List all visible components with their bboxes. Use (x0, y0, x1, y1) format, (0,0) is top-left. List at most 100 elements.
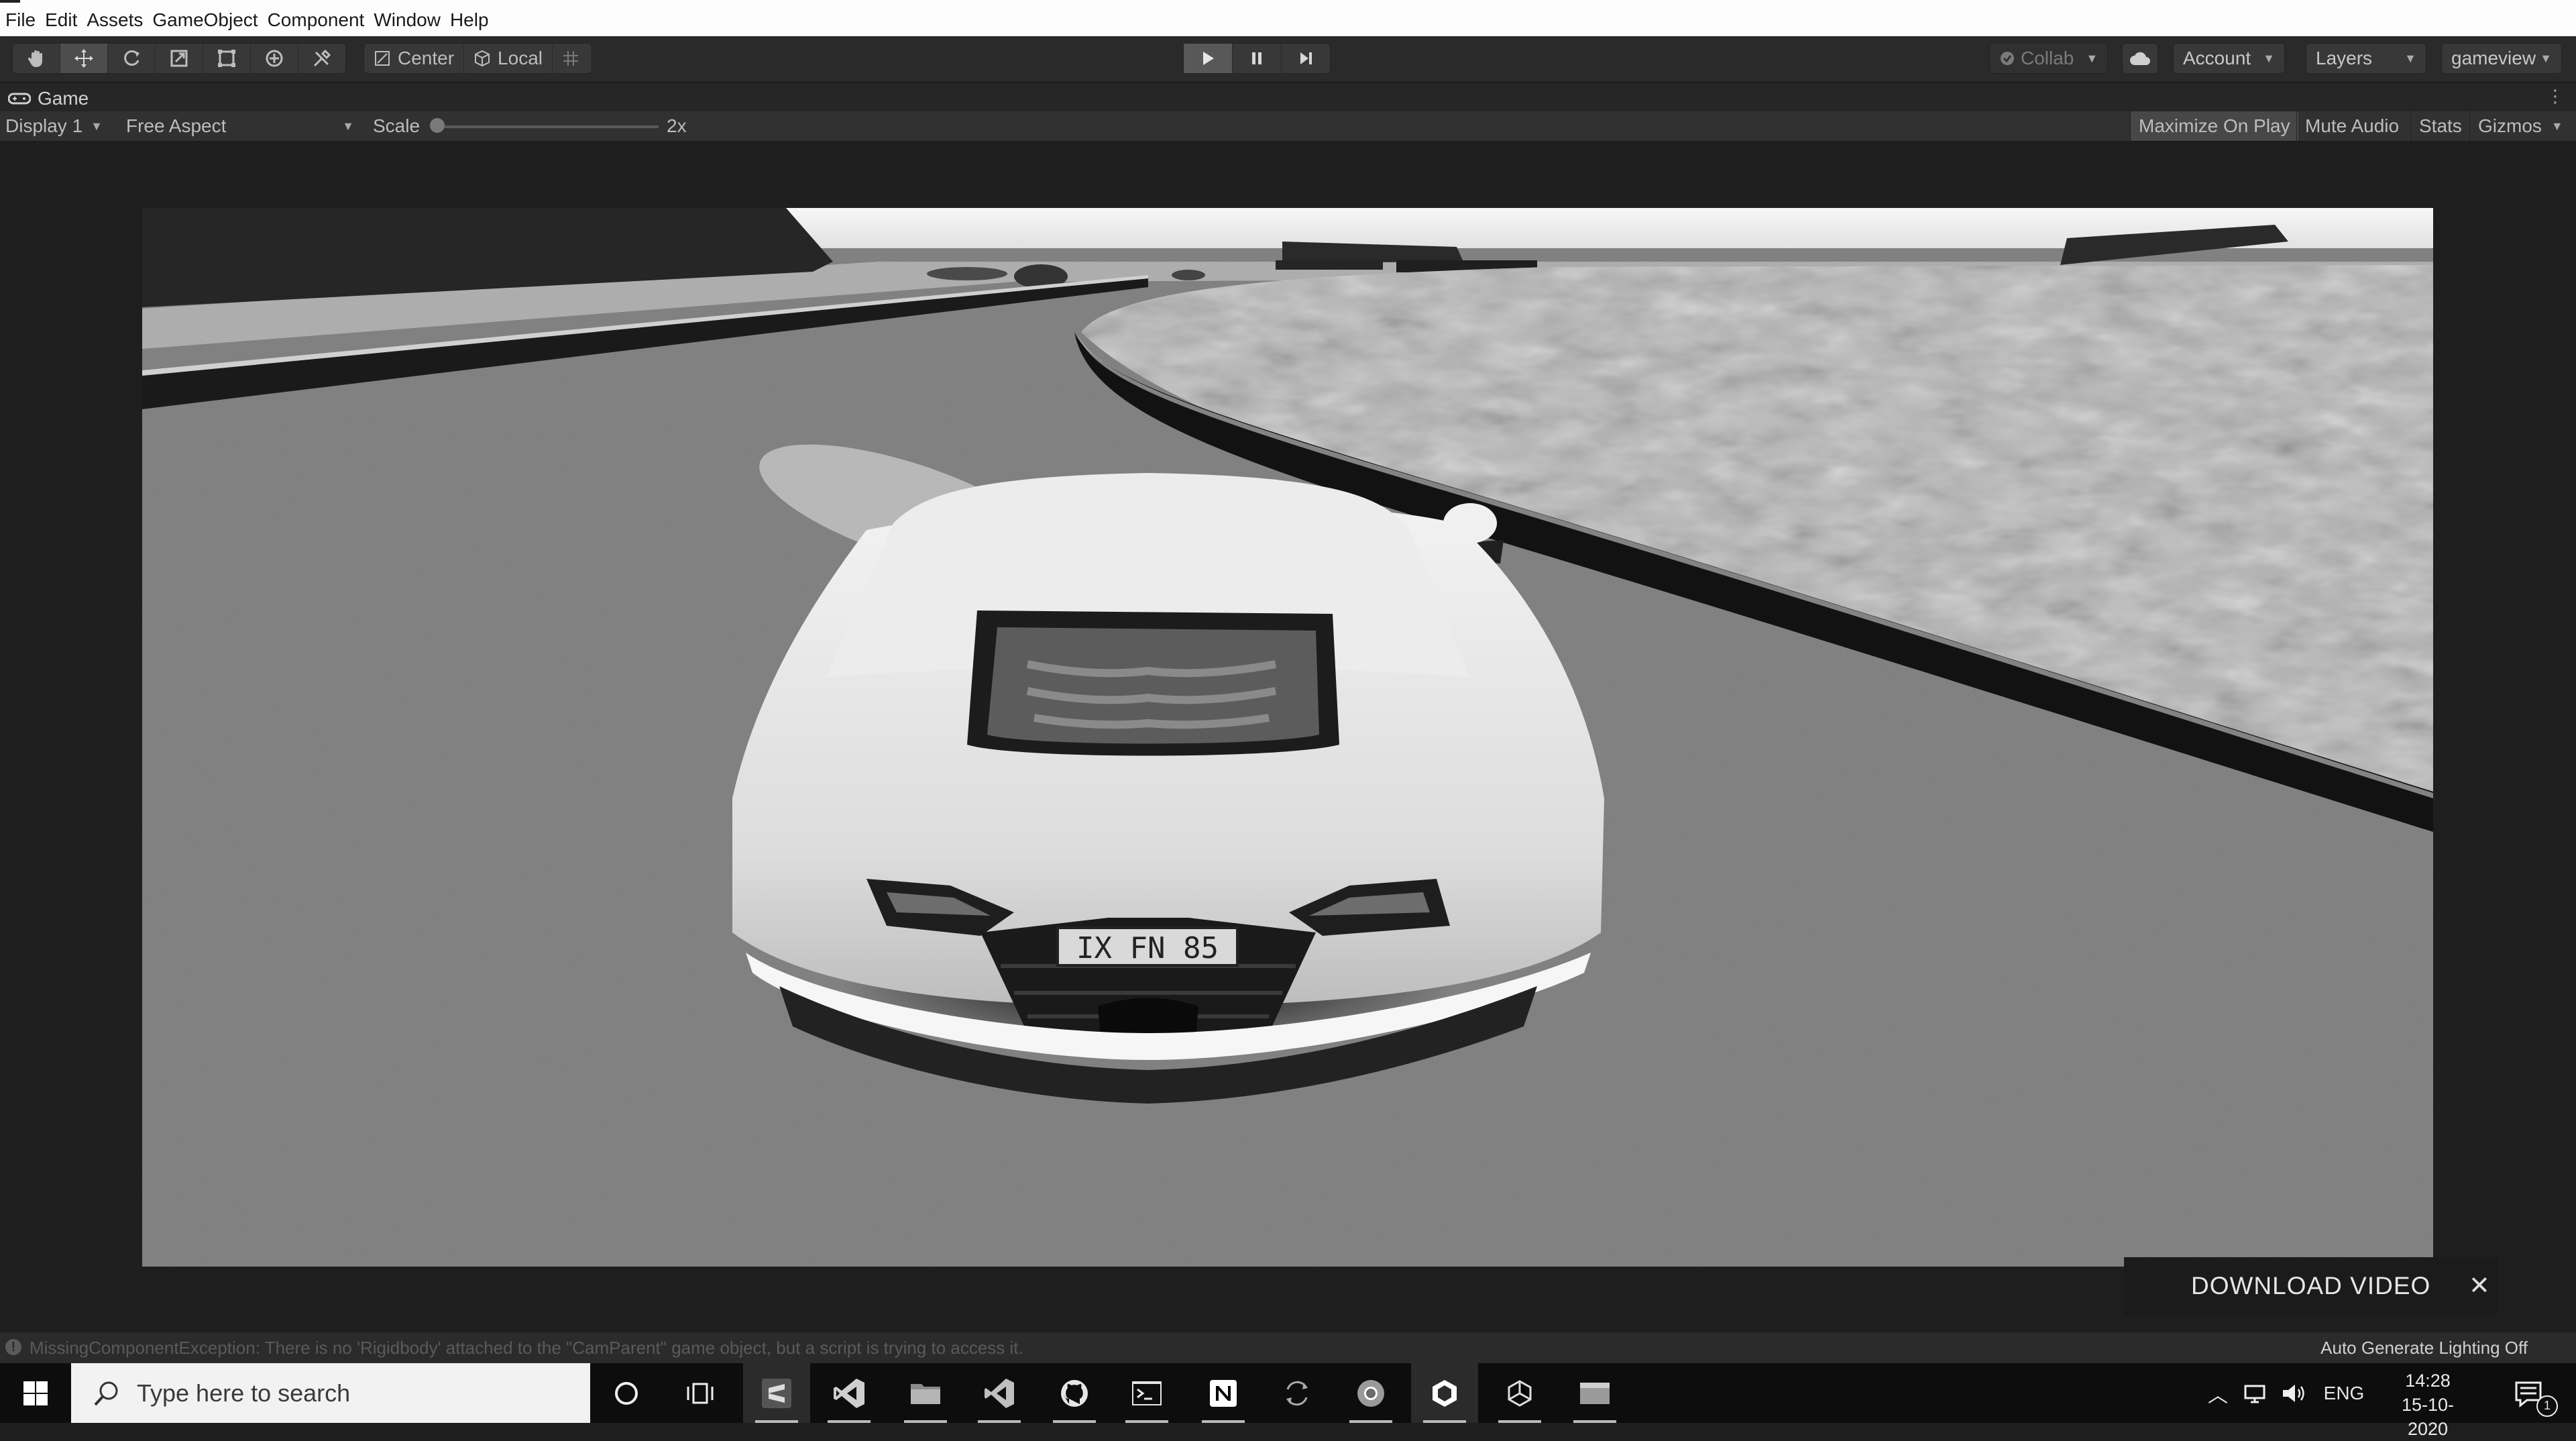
layers-label: Layers (2316, 48, 2373, 68)
menu-bar: File Edit Assets GameObject Component Wi… (0, 0, 2576, 36)
scale-slider-track[interactable] (437, 125, 659, 128)
stats-toggle[interactable]: Stats (2410, 111, 2470, 141)
pause-button[interactable] (1233, 44, 1282, 73)
game-view-controls: Display 1 ▼ Free Aspect ▼ Scale 2x Maxim… (0, 111, 2576, 142)
account-label: Account (2183, 48, 2251, 68)
pivot-center-toggle[interactable]: Center (364, 44, 465, 73)
cube-icon (475, 50, 490, 67)
start-button[interactable] (0, 1363, 71, 1423)
main-toolbar: Center Local Collab ▼ Account ▼ Layers ▼… (0, 36, 2576, 83)
title-bar-remnant (0, 0, 20, 3)
scale-slider-thumb[interactable] (430, 118, 445, 133)
unity-hub-icon[interactable] (1486, 1363, 1553, 1423)
taskbar-search[interactable]: Type here to search (71, 1363, 590, 1423)
cloud-icon (2130, 52, 2150, 65)
close-icon[interactable]: ✕ (2469, 1271, 2490, 1301)
display-label: Display 1 (5, 115, 83, 136)
sync-icon[interactable] (1264, 1363, 1331, 1423)
notion-icon[interactable] (1190, 1363, 1257, 1423)
search-placeholder: Type here to search (137, 1379, 351, 1407)
gamepad-icon (8, 93, 31, 105)
unity-editor-icon[interactable] (1411, 1363, 1478, 1423)
gizmos-dropdown[interactable]: Gizmos ▼ (2469, 111, 2571, 141)
clock-date: 15-10-2020 (2401, 1395, 2455, 1439)
transform-tools (12, 43, 346, 74)
account-dropdown[interactable]: Account ▼ (2173, 43, 2285, 74)
chrome-icon[interactable] (1337, 1363, 1404, 1423)
caret-down-icon: ▼ (91, 119, 103, 133)
notifications-button[interactable]: 1 (2495, 1363, 2562, 1423)
task-view-icon[interactable] (667, 1363, 734, 1423)
rotate-tool-icon[interactable] (108, 44, 156, 73)
language-indicator[interactable]: ENG (2314, 1363, 2374, 1423)
terminal-icon[interactable] (1113, 1363, 1180, 1423)
transform-tool-icon[interactable] (251, 44, 298, 73)
menu-help[interactable]: Help (450, 9, 489, 31)
layers-dropdown[interactable]: Layers ▼ (2306, 43, 2426, 74)
volume-icon[interactable] (2275, 1363, 2312, 1423)
vscode-icon[interactable] (966, 1363, 1033, 1423)
license-plate: IX FN 85 (1076, 931, 1219, 965)
stats-label: Stats (2419, 115, 2462, 136)
maximize-on-play-toggle[interactable]: Maximize On Play (2130, 111, 2298, 141)
download-video-banner[interactable]: DOWNLOAD VIDEO ✕ (2124, 1257, 2498, 1315)
step-button[interactable] (1282, 44, 1330, 73)
windows-taskbar: Type here to search ︿ ENG 14:28 15-10-20… (0, 1363, 2576, 1439)
visual-studio-icon[interactable] (816, 1363, 883, 1423)
tab-game-label: Game (38, 88, 89, 109)
scale-tool-icon[interactable] (156, 44, 203, 73)
windows-logo-icon (23, 1381, 48, 1405)
game-tab-bar: Game ⋮ (0, 83, 2576, 111)
space-label: Local (498, 48, 543, 68)
search-icon (94, 1381, 118, 1405)
grid-snap-toggle[interactable] (553, 44, 592, 73)
play-icon (1203, 52, 1214, 65)
menu-file[interactable]: File (5, 9, 36, 31)
menu-gameobject[interactable]: GameObject (152, 9, 258, 31)
sublime-text-icon[interactable] (743, 1363, 810, 1423)
aspect-dropdown[interactable]: Free Aspect ▼ (126, 115, 354, 137)
clock-time: 14:28 (2405, 1371, 2451, 1391)
game-scene: IX FN 85 (142, 208, 2433, 1267)
tray-expand-icon[interactable]: ︿ (2201, 1363, 2235, 1423)
menu-assets[interactable]: Assets (87, 9, 143, 31)
cloud-button[interactable] (2122, 43, 2158, 74)
play-button[interactable] (1184, 44, 1233, 73)
pivot-toggles: Center Local (363, 43, 592, 74)
cortana-icon[interactable] (593, 1363, 660, 1423)
notification-count-badge: 1 (2536, 1395, 2558, 1417)
custom-tool-icon[interactable] (298, 44, 345, 73)
space-local-toggle[interactable]: Local (464, 44, 553, 73)
hand-tool-icon[interactable] (13, 44, 60, 73)
step-icon (1300, 52, 1312, 64)
window-app-icon[interactable] (1561, 1363, 1628, 1423)
pivot-icon (375, 51, 390, 66)
game-viewport[interactable]: IX FN 85 (142, 208, 2433, 1267)
more-vert-icon[interactable]: ⋮ (2546, 86, 2564, 107)
mute-audio-toggle[interactable]: Mute Audio (2296, 111, 2407, 141)
menu-component[interactable]: Component (268, 9, 365, 31)
move-tool-icon[interactable] (60, 44, 108, 73)
lighting-status[interactable]: Auto Generate Lighting Off (2320, 1338, 2528, 1358)
tab-game[interactable]: Game (8, 86, 89, 111)
status-bar: ! MissingComponentException: There is no… (0, 1332, 2576, 1363)
collab-label: Collab (2021, 48, 2074, 68)
caret-down-icon: ▼ (2086, 51, 2098, 65)
display-dropdown[interactable]: Display 1 ▼ (5, 115, 103, 137)
gizmos-label: Gizmos (2478, 115, 2542, 136)
rect-tool-icon[interactable] (203, 44, 251, 73)
clock[interactable]: 14:28 15-10-2020 (2384, 1369, 2471, 1441)
grid-icon (563, 51, 578, 66)
menu-edit[interactable]: Edit (45, 9, 77, 31)
mute-label: Mute Audio (2305, 115, 2400, 136)
console-message[interactable]: MissingComponentException: There is no '… (30, 1338, 1023, 1358)
github-icon[interactable] (1041, 1363, 1108, 1423)
play-controls (1183, 43, 1331, 74)
scale-value: 2x (667, 115, 687, 136)
info-icon: ! (5, 1339, 21, 1355)
menu-window[interactable]: Window (374, 9, 441, 31)
network-icon[interactable] (2235, 1363, 2275, 1423)
collab-dropdown[interactable]: Collab ▼ (1989, 43, 2109, 74)
file-explorer-icon[interactable] (892, 1363, 959, 1423)
layout-dropdown[interactable]: gameview ▼ (2441, 43, 2562, 74)
